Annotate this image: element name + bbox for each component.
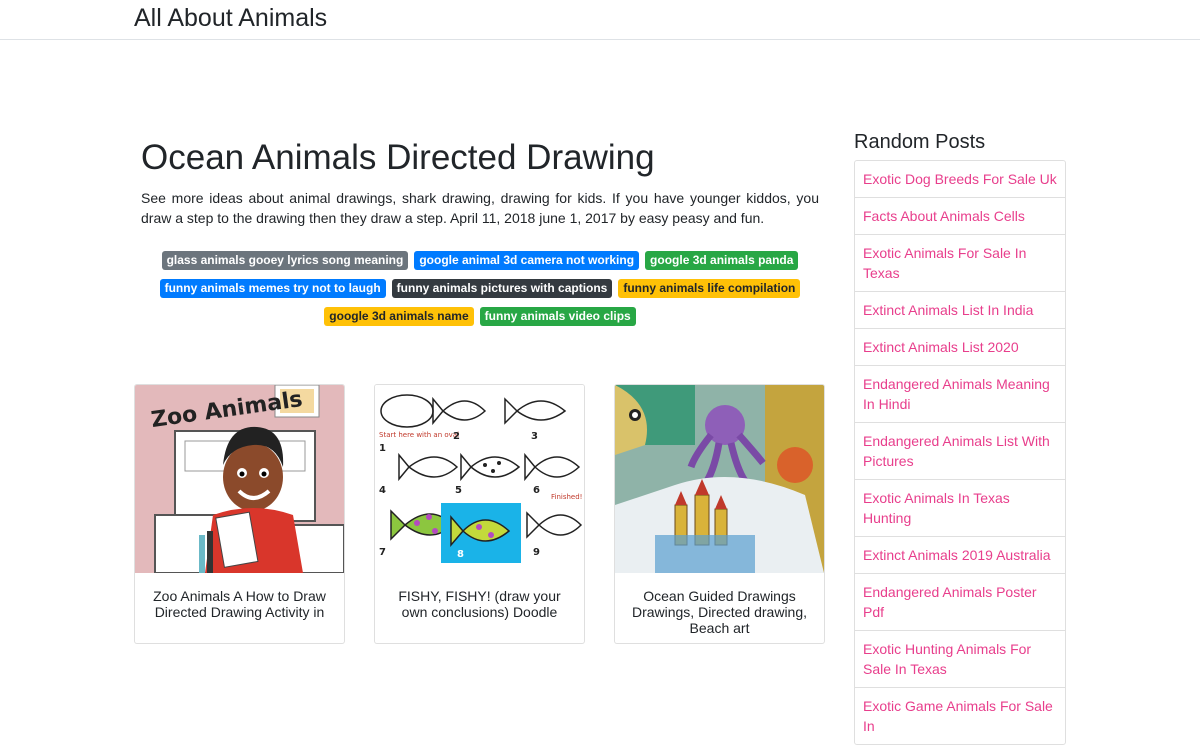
random-post-link[interactable]: Endangered Animals List With Pictures — [855, 423, 1065, 480]
random-post-link[interactable]: Extinct Animals List 2020 — [855, 329, 1065, 366]
sidebar: Random Posts Exotic Dog Breeds For Sale … — [854, 130, 1066, 745]
zoo-drawing-image: Zoo Animals — [135, 385, 344, 573]
tag-badge[interactable]: google animal 3d camera not working — [414, 251, 640, 270]
step-number: 9 — [533, 547, 540, 558]
step-number: 3 — [531, 431, 538, 442]
card-thumbnail[interactable] — [615, 385, 824, 573]
fish-finished-note: Finished! — [551, 493, 582, 501]
fish-steps-image: Start here with an oval 1 2 3 4 5 6 Fini… — [375, 385, 584, 573]
card-caption[interactable]: FISHY, FISHY! (draw your own conclusions… — [387, 588, 572, 620]
random-post-link[interactable]: Extinct Animals 2019 Australia — [855, 537, 1065, 574]
random-post-link[interactable]: Exotic Hunting Animals For Sale In Texas — [855, 631, 1065, 688]
card-grid: Zoo Animals Zoo Animals A How to Draw Di… — [134, 384, 834, 644]
card-thumbnail[interactable]: Zoo Animals — [135, 385, 344, 573]
random-post-link[interactable]: Endangered Animals Poster Pdf — [855, 574, 1065, 631]
random-post-link[interactable]: Facts About Animals Cells — [855, 198, 1065, 235]
tag-list: glass animals gooey lyrics song meaning g… — [134, 246, 826, 330]
card-caption[interactable]: Zoo Animals A How to Draw Directed Drawi… — [147, 588, 332, 620]
tag-badge[interactable]: google 3d animals name — [324, 307, 474, 326]
random-post-link[interactable]: Exotic Animals For Sale In Texas — [855, 235, 1065, 292]
page-title: Ocean Animals Directed Drawing — [141, 138, 655, 177]
step-number: 1 — [379, 443, 386, 454]
step-number: 8 — [457, 549, 464, 560]
post-excerpt: See more ideas about animal drawings, sh… — [141, 190, 819, 226]
random-post-link[interactable]: Exotic Animals In Texas Hunting — [855, 480, 1065, 537]
random-post-link[interactable]: Exotic Dog Breeds For Sale Uk — [855, 161, 1065, 198]
tag-badge[interactable]: google 3d animals panda — [645, 251, 799, 270]
random-post-link[interactable]: Exotic Game Animals For Sale In — [855, 688, 1065, 744]
step-number: 2 — [453, 431, 460, 442]
sidebar-title: Random Posts — [854, 131, 986, 153]
post-card[interactable]: Start here with an oval 1 2 3 4 5 6 Fini… — [374, 384, 585, 644]
ocean-painting-image — [615, 385, 824, 573]
tag-badge[interactable]: glass animals gooey lyrics song meaning — [161, 251, 409, 270]
navbar: All About Animals — [0, 0, 1200, 40]
tag-badge[interactable]: funny animals video clips — [479, 307, 636, 326]
step-number: 6 — [533, 485, 540, 496]
post-card[interactable]: Ocean Guided Drawings Drawings, Directed… — [614, 384, 825, 644]
card-caption[interactable]: Ocean Guided Drawings Drawings, Directed… — [627, 588, 812, 636]
step-number: 4 — [379, 485, 386, 496]
fish-start-note: Start here with an oval — [379, 431, 459, 439]
tag-badge[interactable]: funny animals memes try not to laugh — [159, 279, 386, 298]
tag-badge[interactable]: funny animals pictures with captions — [391, 279, 613, 298]
card-thumbnail[interactable]: Start here with an oval 1 2 3 4 5 6 Fini… — [375, 385, 584, 573]
post-card[interactable]: Zoo Animals Zoo Animals A How to Draw Di… — [134, 384, 345, 644]
random-posts-list: Exotic Dog Breeds For Sale Uk Facts Abou… — [854, 160, 1066, 745]
tag-badge[interactable]: funny animals life compilation — [618, 279, 801, 298]
step-number: 7 — [379, 547, 386, 558]
random-post-link[interactable]: Endangered Animals Meaning In Hindi — [855, 366, 1065, 423]
random-post-link[interactable]: Extinct Animals List In India — [855, 292, 1065, 329]
step-number: 5 — [455, 485, 462, 496]
site-brand-link[interactable]: All About Animals — [134, 2, 327, 34]
